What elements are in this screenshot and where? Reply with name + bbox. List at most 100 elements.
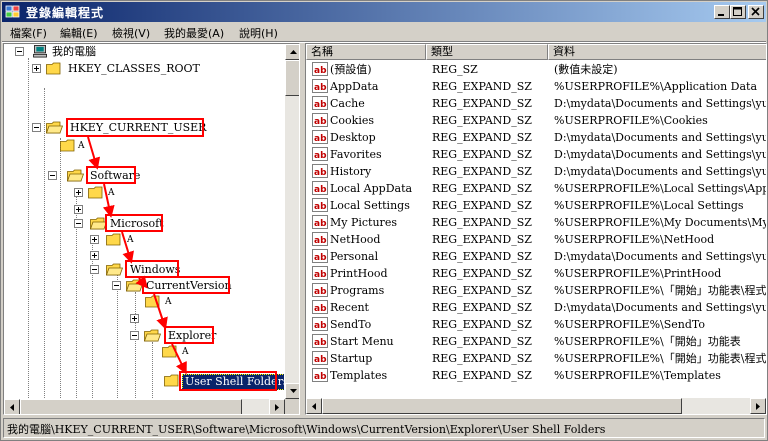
tree-line: [152, 342, 153, 398]
arrow-right-icon: [756, 403, 760, 410]
value-row[interactable]: ab History REG_EXPAND_SZ D:\mydata\Document…: [306, 163, 766, 180]
minimize-button[interactable]: [714, 5, 730, 19]
title-bar[interactable]: 登錄編輯程式: [2, 2, 766, 22]
tree-node-label: A: [78, 141, 85, 151]
expand-toggle[interactable]: [90, 235, 99, 244]
tree-line: [60, 138, 61, 398]
value-row[interactable]: ab PrintHood REG_EXPAND_SZ %USERPROFILE%\Pr…: [306, 265, 766, 282]
expand-toggle[interactable]: [32, 64, 41, 73]
folder-icon: [88, 186, 103, 199]
value-row[interactable]: ab Personal REG_EXPAND_SZ D:\mydata\Documen…: [306, 248, 766, 265]
value-row[interactable]: ab Recent REG_EXPAND_SZ D:\mydata\Documents…: [306, 299, 766, 316]
tree-node-child[interactable]: [76, 248, 116, 264]
collapse-toggle[interactable]: [48, 171, 57, 180]
value-row[interactable]: ab Cookies REG_EXPAND_SZ %USERPROFILE%\Cook…: [306, 112, 766, 129]
maximize-button[interactable]: [730, 5, 746, 19]
value-name: Cache: [330, 97, 365, 110]
value-type: REG_EXPAND_SZ: [432, 114, 532, 127]
values-list[interactable]: ab (預設值) REG_SZ (數值未設定) ab AppData REG_EXPAND_…: [306, 61, 766, 398]
tree-node-child[interactable]: [124, 311, 164, 327]
svg-text:ab: ab: [314, 100, 327, 110]
collapse-toggle[interactable]: [112, 281, 121, 290]
value-name: NetHood: [330, 233, 381, 246]
expand-toggle[interactable]: [130, 314, 139, 323]
collapse-toggle[interactable]: [74, 219, 83, 228]
value-data: %USERPROFILE%\Cookies: [554, 114, 708, 127]
list-horizontal-scrollbar[interactable]: [306, 398, 766, 414]
scroll-left-button[interactable]: [4, 399, 20, 414]
tree-node-label: A: [165, 297, 172, 307]
value-type: REG_EXPAND_SZ: [432, 284, 532, 297]
string-value-icon: ab: [312, 147, 328, 161]
menu-edit[interactable]: 編輯(E): [60, 25, 98, 41]
expand-toggle[interactable]: [90, 251, 99, 260]
menu-favorites[interactable]: 我的最愛(A): [164, 25, 224, 41]
value-data: %USERPROFILE%\Application Data: [554, 80, 758, 93]
scroll-up-button[interactable]: [285, 44, 299, 60]
value-row[interactable]: ab Cache REG_EXPAND_SZ D:\mydata\Documents …: [306, 95, 766, 112]
value-type: REG_EXPAND_SZ: [432, 199, 532, 212]
value-type: REG_EXPAND_SZ: [432, 335, 532, 348]
tree-pane[interactable]: 我的電腦 HKEY_CLASSES_ROOT HKEY_CURRENT_USER…: [3, 43, 300, 415]
collapse-toggle[interactable]: [15, 47, 24, 56]
value-row[interactable]: ab (預設值) REG_SZ (數值未設定): [306, 61, 766, 78]
value-data: %USERPROFILE%\Local Settings: [554, 199, 744, 212]
expand-toggle[interactable]: [74, 188, 83, 197]
column-header-data[interactable]: 資料: [548, 44, 766, 60]
folder-icon: [164, 374, 179, 387]
scroll-down-button[interactable]: [285, 383, 299, 399]
tree-node-label: 我的電腦: [52, 45, 96, 58]
expand-toggle[interactable]: [74, 205, 83, 214]
tree-node-label: HKEY_CURRENT_USER: [70, 121, 207, 134]
values-list-pane[interactable]: 名稱 類型 資料 ab (預設值) REG_SZ (數值未設定) ab AppData RE…: [305, 43, 767, 415]
column-header-type[interactable]: 類型: [426, 44, 548, 60]
scroll-thumb[interactable]: [20, 399, 242, 414]
folder-icon: [60, 139, 75, 152]
collapse-toggle[interactable]: [130, 331, 139, 340]
tree-node-label: Explorer: [168, 329, 217, 342]
value-row[interactable]: ab Startup REG_EXPAND_SZ %USERPROFILE%\「開始」…: [306, 350, 766, 367]
value-name: (預設值): [330, 63, 372, 76]
tree-horizontal-scrollbar[interactable]: [4, 399, 285, 414]
value-row[interactable]: ab Favorites REG_EXPAND_SZ D:\mydata\Docume…: [306, 146, 766, 163]
menu-help[interactable]: 說明(H): [239, 25, 278, 41]
close-icon: [751, 7, 760, 16]
value-row[interactable]: ab Local Settings REG_EXPAND_SZ %USERPROFIL…: [306, 197, 766, 214]
tree-vertical-scrollbar[interactable]: [285, 44, 299, 399]
menu-file[interactable]: 檔案(F): [10, 25, 47, 41]
value-name: Start Menu: [330, 335, 394, 348]
scroll-right-button[interactable]: [750, 398, 766, 414]
value-row[interactable]: ab Programs REG_EXPAND_SZ %USERPROFILE%\「開始…: [306, 282, 766, 299]
column-header-name[interactable]: 名稱: [306, 44, 426, 60]
value-row[interactable]: ab Start Menu REG_EXPAND_SZ %USERPROFILE%\「…: [306, 333, 766, 350]
value-row[interactable]: ab AppData REG_EXPAND_SZ %USERPROFILE%\Appl…: [306, 78, 766, 95]
string-value-icon: ab: [312, 96, 328, 110]
string-value-icon: ab: [312, 164, 328, 178]
svg-text:ab: ab: [314, 151, 327, 161]
scroll-left-button[interactable]: [306, 398, 322, 414]
value-row[interactable]: ab Local AppData REG_EXPAND_SZ %USERPROFILE…: [306, 180, 766, 197]
value-type: REG_EXPAND_SZ: [432, 301, 532, 314]
value-row[interactable]: ab Desktop REG_EXPAND_SZ D:\mydata\Document…: [306, 129, 766, 146]
value-row[interactable]: ab My Pictures REG_EXPAND_SZ %USERPROFILE%\…: [306, 214, 766, 231]
close-button[interactable]: [748, 5, 764, 19]
collapse-toggle[interactable]: [32, 123, 41, 132]
scroll-thumb[interactable]: [285, 60, 299, 96]
collapse-toggle[interactable]: [90, 265, 99, 274]
value-name: Recent: [330, 301, 369, 314]
scroll-thumb[interactable]: [322, 398, 682, 414]
svg-text:ab: ab: [314, 321, 327, 331]
svg-text:ab: ab: [314, 270, 327, 280]
value-row[interactable]: ab SendTo REG_EXPAND_SZ %USERPROFILE%\SendT…: [306, 316, 766, 333]
value-row[interactable]: ab Templates REG_EXPAND_SZ %USERPROFILE%\Te…: [306, 367, 766, 384]
tree-node-label: HKEY_CLASSES_ROOT: [68, 62, 200, 75]
tree-node-child[interactable]: [60, 202, 100, 218]
tree-node-label: Software: [90, 169, 141, 182]
value-type: REG_SZ: [432, 63, 478, 76]
string-value-icon: ab: [312, 79, 328, 93]
tree-view[interactable]: 我的電腦 HKEY_CLASSES_ROOT HKEY_CURRENT_USER…: [4, 44, 284, 399]
value-type: REG_EXPAND_SZ: [432, 80, 532, 93]
menu-view[interactable]: 檢視(V): [112, 25, 150, 41]
scroll-right-button[interactable]: [269, 399, 285, 414]
value-row[interactable]: ab NetHood REG_EXPAND_SZ %USERPROFILE%\NetH…: [306, 231, 766, 248]
